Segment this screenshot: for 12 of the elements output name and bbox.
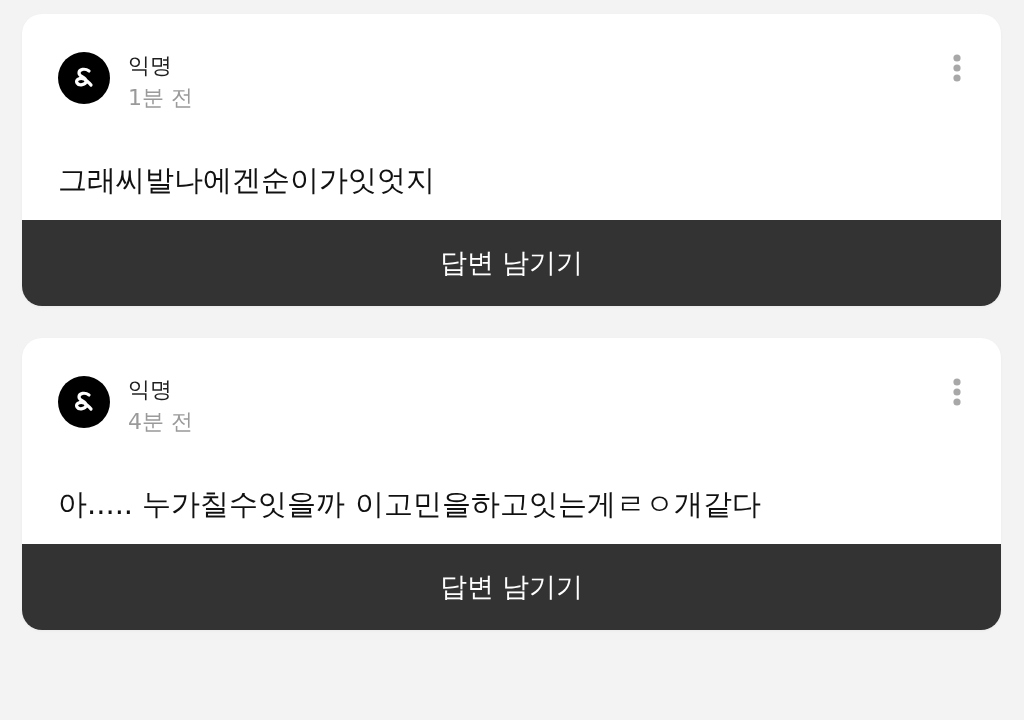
avatar-icon (58, 52, 110, 104)
post-text: 그래씨발나에겐순이가잇엇지 (58, 162, 436, 199)
post-text: 아..... 누가칠수잇을까 이고민을하고잇는게ㄹㅇ개같다 (58, 486, 762, 523)
reply-button[interactable]: 답변 남기기 (22, 544, 1001, 630)
more-options-icon[interactable] (953, 54, 961, 82)
more-options-icon[interactable] (953, 378, 961, 406)
reply-button[interactable]: 답변 남기기 (22, 220, 1001, 306)
author-name: 익명 (128, 52, 173, 80)
post-time: 1분 전 (128, 84, 194, 112)
author-name: 익명 (128, 376, 173, 404)
avatar-icon (58, 376, 110, 428)
post-time: 4분 전 (128, 408, 194, 436)
